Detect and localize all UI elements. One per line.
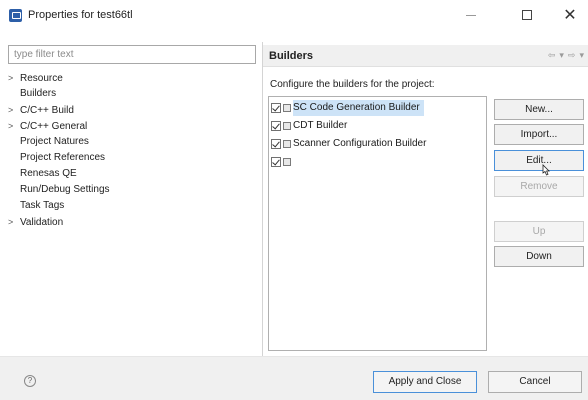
tree-item-label: Project References [20,152,106,163]
apply-and-close-button[interactable]: Apply and Close [373,371,477,393]
tree-item-task-tags[interactable]: Task Tags [8,198,256,214]
builder-label: Scanner Configuration Builder [293,138,427,149]
tree-item-validation[interactable]: > Validation [8,214,256,230]
builder-checkbox[interactable] [271,103,281,113]
builder-label: SC Code Generation Builder [293,100,424,116]
help-icon[interactable]: ? [24,375,36,387]
tree-item-label: Run/Debug Settings [20,184,110,195]
tree-item-label: Renesas QE [20,168,77,179]
tree-item-renesas-qe[interactable]: Renesas QE [8,166,256,182]
import-button[interactable]: Import... [494,124,584,145]
window-title: Properties for test66tl [28,9,133,21]
close-icon: ✕ [563,7,577,24]
tree-item-run-debug-settings[interactable]: Run/Debug Settings [8,182,256,198]
pointer-cursor-icon [542,164,550,176]
page-header: Builders ⇦ ▾ ⇨ ▾ [263,45,588,67]
chevron-right-icon[interactable]: > [8,118,20,134]
tree-item-label: Validation [20,217,64,228]
builder-label: CDT Builder [293,120,348,131]
back-menu-icon[interactable]: ▾ [559,50,564,61]
maximize-icon [522,10,532,20]
page-nav: ⇦ ▾ ⇨ ▾ [548,50,584,61]
tree-item-label: Task Tags [20,200,65,211]
builder-row-unnamed[interactable] [271,154,293,170]
builder-list[interactable]: SC Code Generation Builder CDT Builder S… [268,96,487,351]
tree-item-label: C/C++ Build [20,105,74,116]
builder-row-cdt[interactable]: CDT Builder [271,118,347,134]
property-tree: > Resource Builders > C/C++ Build > C/C++ G… [8,70,256,230]
tree-item-label: C/C++ General [20,121,88,132]
close-button[interactable]: ✕ [552,0,588,30]
builder-checkbox[interactable] [271,139,281,149]
builder-checkbox[interactable] [271,121,281,131]
page-title: Builders [269,50,314,62]
page-description: Configure the builders for the project: [270,79,435,90]
title-bar: Properties for test66tl ✕ [0,0,588,30]
builder-icon [283,158,291,166]
new-button[interactable]: New... [494,99,584,120]
up-button[interactable]: Up [494,221,584,242]
tree-item-label: Resource [20,73,63,84]
cancel-button[interactable]: Cancel [488,371,582,393]
minimize-icon [466,14,476,16]
builder-row-scanner-configuration[interactable]: Scanner Configuration Builder [271,136,426,152]
tree-item-project-references[interactable]: Project References [8,150,256,166]
remove-button[interactable]: Remove [494,176,584,197]
chevron-right-icon[interactable]: > [8,70,20,86]
edit-button[interactable]: Edit... [494,150,584,171]
tree-item-cpp-general[interactable]: > C/C++ General [8,118,256,134]
back-arrow-icon[interactable]: ⇦ [548,50,556,61]
down-button[interactable]: Down [494,246,584,267]
builder-icon [283,104,291,112]
filter-input[interactable] [8,45,256,64]
panel-splitter[interactable] [262,42,263,380]
tree-item-label: Builders [20,88,57,99]
chevron-right-icon[interactable]: > [8,102,20,118]
tree-item-builders[interactable]: Builders [8,86,256,102]
builder-icon [283,140,291,148]
tree-item-cpp-build[interactable]: > C/C++ Build [8,102,256,118]
tree-item-project-natures[interactable]: Project Natures [8,134,256,150]
chevron-right-icon[interactable]: > [8,214,20,230]
builder-icon [283,122,291,130]
forward-arrow-icon[interactable]: ⇨ [568,50,576,61]
properties-icon [9,9,22,22]
builder-row-sc-code-generation[interactable]: SC Code Generation Builder [271,100,424,116]
builder-checkbox[interactable] [271,157,281,167]
forward-menu-icon[interactable]: ▾ [579,50,584,61]
minimize-button[interactable] [448,0,494,30]
tree-item-resource[interactable]: > Resource [8,70,256,86]
maximize-button[interactable] [504,0,550,30]
tree-item-label: Project Natures [20,136,89,147]
